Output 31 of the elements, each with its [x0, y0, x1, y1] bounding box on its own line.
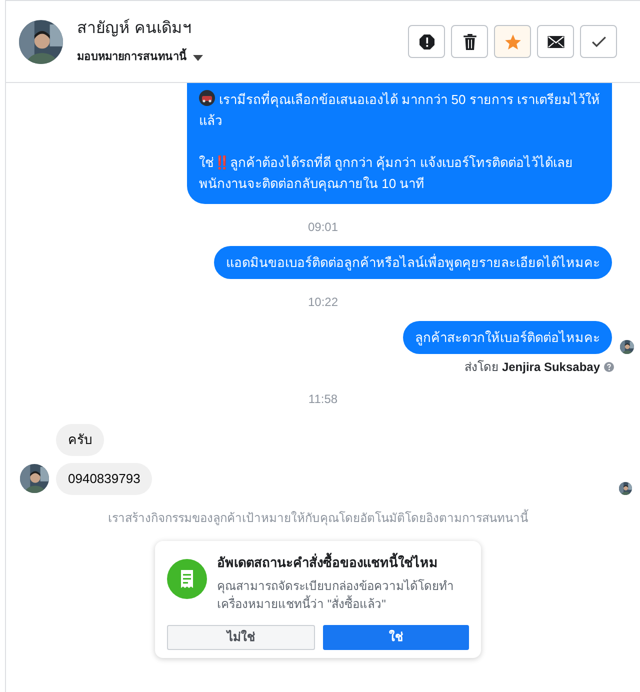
timestamp: 10:22 [308, 294, 338, 311]
caret-icon [193, 54, 203, 60]
trash-icon [462, 32, 478, 50]
card-body: คุณสามารถจัดระเบียบกล่องข้อความได้โดยทำเครื่องหมายแชทนี้ว่า "สั่งซื้อแล้ว" [217, 578, 455, 612]
envelope-icon [546, 34, 564, 48]
decline-button[interactable]: ไม่ใช่ [167, 624, 315, 650]
sent-by-label: ส่งโดย Jenjira Suksabay [464, 359, 600, 376]
message-text: เรามีรถที่คุณเลือกข้อเสนอเองได้ มากกว่า 50 รายการ เราเตรียมไว้ให้แล้ว [199, 89, 600, 130]
alert-icon [418, 32, 436, 50]
help-icon [604, 362, 614, 372]
confirm-button[interactable]: ใช่ [323, 624, 469, 650]
message-text: ลูกค้าสะดวกให้เบอร์ติดต่อไหมคะ [415, 329, 600, 348]
message-bubble: ครับ [56, 424, 104, 456]
delete-button[interactable] [451, 25, 488, 58]
star-icon [504, 32, 522, 50]
message-bubble: 0940839793 [56, 462, 152, 494]
assign-dropdown[interactable]: มอบหมายการสนทนานี้ [77, 49, 203, 66]
timestamp: 09:01 [308, 219, 338, 236]
star-button[interactable] [494, 25, 531, 58]
system-note: เราสร้างกิจกรรมของลูกค้าเป้าหมายให้กับคุณโดยอัตโนมัติโดยอิงตามการสนทนานี้ [108, 509, 528, 527]
message-text: ใช่‼ลูกค้าต้องได้รถที่ดี ถูกกว่า คุ้มกว่า แจ้งเบอร์โทรติดต่อไว้ได้เลย พนักงานจะติดต่อกลับคุณภายใน 10 นาที [199, 152, 574, 194]
car-icon [199, 90, 215, 106]
message-text: แอดมินขอเบอร์ติดต่อลูกค้าหรือไลน์เพื่อพูดคุยรายละเอียดได้ไหมคะ [226, 252, 600, 272]
card-title: อัพเดตสถานะคำสั่งซื้อของแชทนี้ใช่ไหม [217, 553, 469, 572]
timestamp: 11:58 [308, 391, 338, 408]
receipt-icon [167, 559, 207, 599]
checkmark-icon [590, 34, 606, 48]
contact-name: สายัญห์ คนเดิมฯ [77, 18, 192, 40]
mark-unread-button[interactable] [537, 25, 574, 58]
done-button[interactable] [580, 25, 617, 58]
spam-button[interactable] [408, 25, 445, 58]
